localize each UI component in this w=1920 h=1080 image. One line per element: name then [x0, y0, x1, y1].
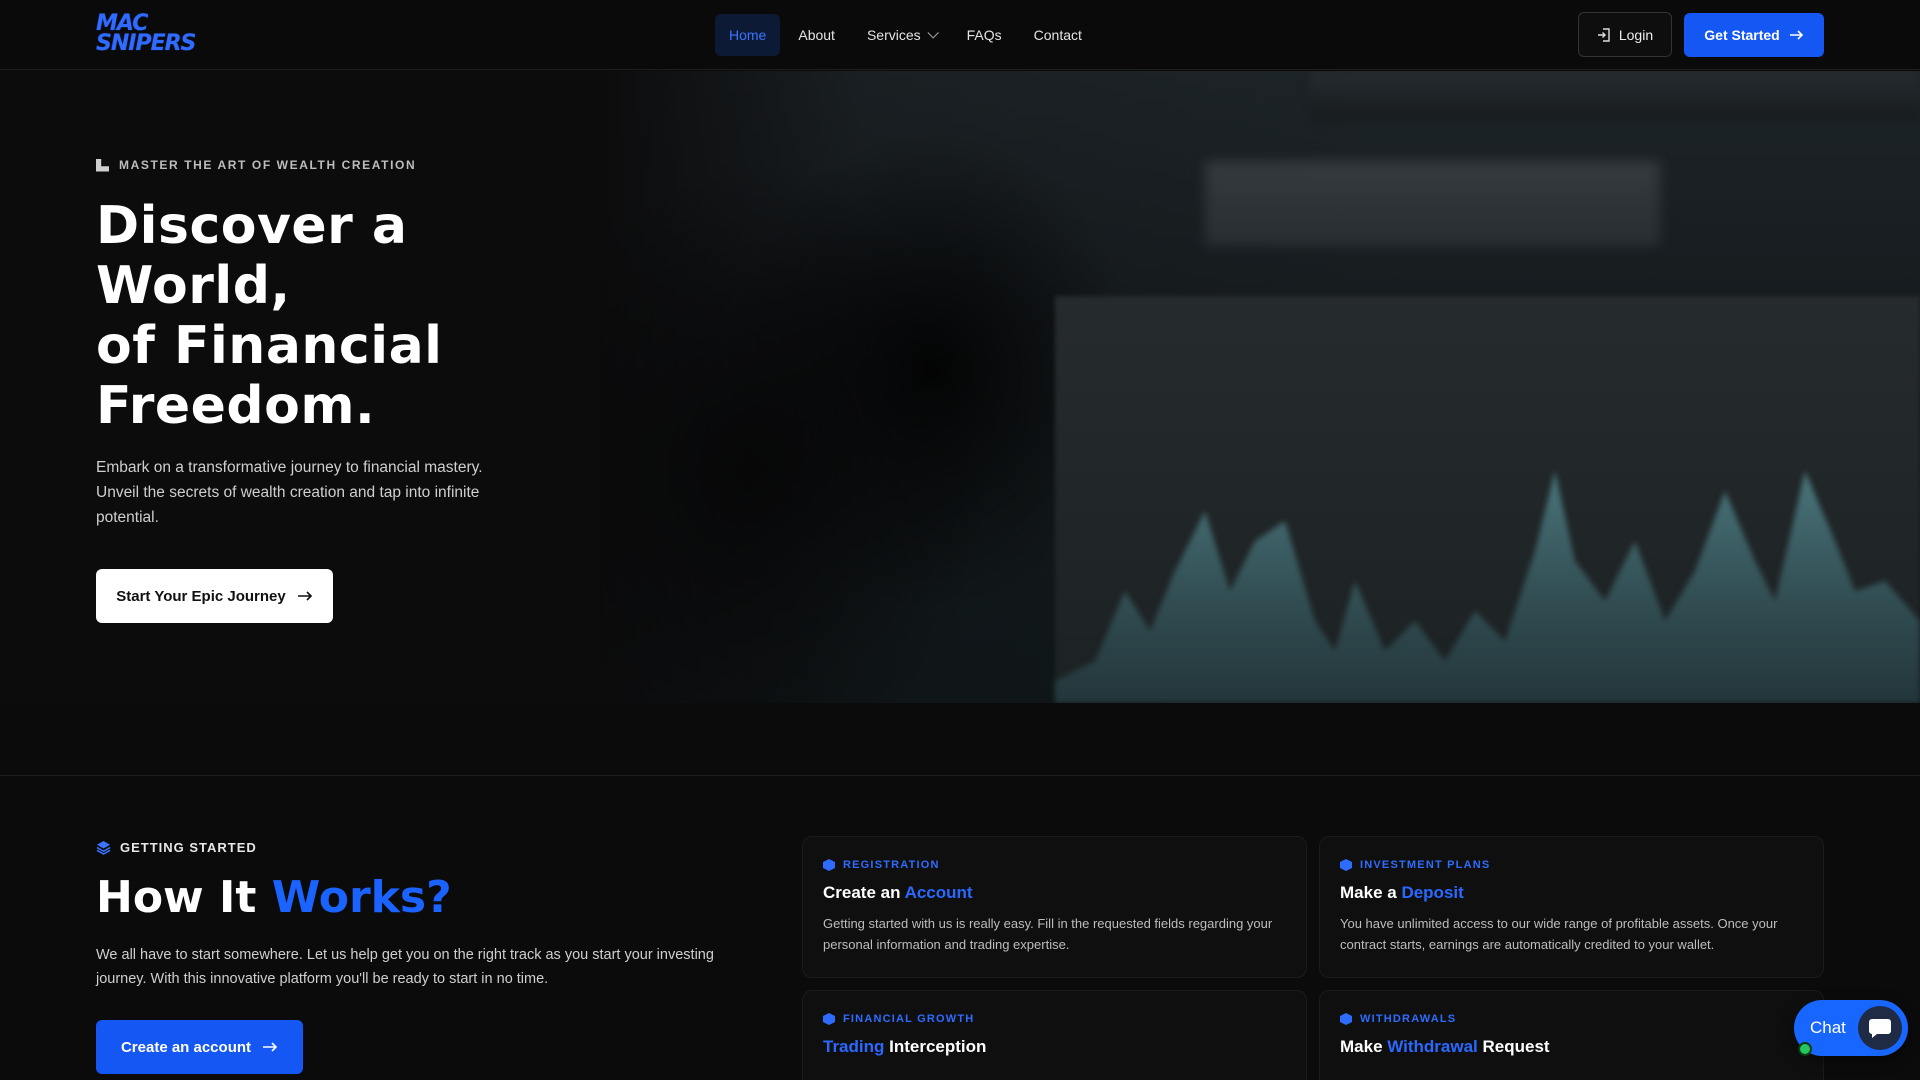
arrow-right-icon [263, 1042, 278, 1052]
card-description: Getting started with us is really easy. … [823, 916, 1273, 952]
chart-icon [96, 158, 109, 172]
hero-title-line: World, [96, 256, 291, 316]
card-title: Make a Deposit [1340, 883, 1803, 903]
card-tag-text: WITHDRAWALS [1360, 1013, 1457, 1025]
step-card-registration: REGISTRATION Create an Account Getting s… [802, 836, 1307, 978]
card-title-text: Make [1340, 1037, 1388, 1056]
hero-eyebrow: MASTER THE ART OF WEALTH CREATION [96, 158, 416, 172]
hero-bg-chart-graphic [1055, 471, 1920, 703]
create-account-button[interactable]: Create an account [96, 1020, 303, 1074]
logo-line-2: SNIPERS [96, 31, 196, 56]
nav-links: Home About Services FAQs Contact [715, 14, 1096, 56]
chevron-down-icon [927, 27, 939, 39]
nav-link-about[interactable]: About [784, 14, 849, 56]
card-title-text: Create an [823, 883, 905, 902]
nav-link-contact[interactable]: Contact [1020, 14, 1096, 56]
arrow-right-icon [1789, 30, 1803, 40]
hero-title-line: of Financial [96, 316, 443, 376]
top-navbar: MAC SNIPERS Home About Services FAQs Con… [0, 0, 1920, 70]
chat-bubble-icon [1858, 1006, 1902, 1050]
cube-icon [1340, 859, 1352, 871]
how-title: How It Works? [96, 870, 452, 926]
brand-logo[interactable]: MAC SNIPERS [96, 13, 196, 58]
how-title-accent: Works? [271, 872, 452, 923]
card-title-text: Interception [884, 1037, 987, 1056]
hero-eyebrow-text: MASTER THE ART OF WEALTH CREATION [119, 158, 417, 172]
nav-link-label: FAQs [966, 27, 1002, 43]
chat-widget-button[interactable]: Chat [1794, 1000, 1908, 1056]
card-tag-text: REGISTRATION [843, 859, 940, 871]
nav-link-label: Home [729, 27, 767, 43]
card-tag-text: INVESTMENT PLANS [1360, 859, 1491, 871]
get-started-label: Get Started [1704, 27, 1780, 43]
card-tag: WITHDRAWALS [1340, 1013, 1803, 1025]
start-journey-label: Start Your Epic Journey [116, 587, 286, 605]
hero-bg-panel [1205, 161, 1660, 246]
card-title-text: Request [1477, 1037, 1550, 1056]
cube-icon [823, 859, 835, 871]
nav-link-label: Contact [1033, 27, 1082, 43]
layers-icon [96, 840, 111, 855]
nav-link-label: Services [866, 27, 921, 43]
login-button[interactable]: Login [1578, 12, 1672, 57]
login-label: Login [1618, 26, 1654, 43]
how-eyebrow-text: GETTING STARTED [120, 840, 257, 855]
nav-link-faqs[interactable]: FAQs [953, 14, 1016, 56]
card-title-accent: Account [904, 883, 973, 902]
nav-link-services[interactable]: Services [853, 14, 949, 56]
card-title-accent: Deposit [1401, 883, 1464, 902]
chat-label: Chat [1810, 1018, 1846, 1037]
card-title-text: Make a [1340, 883, 1402, 902]
card-title: Make Withdrawal Request [1340, 1037, 1803, 1057]
nav-link-label: About [798, 27, 835, 43]
card-tag: FINANCIAL GROWTH [823, 1013, 1286, 1025]
how-subtitle: We all have to start somewhere. Let us h… [96, 947, 714, 987]
card-title: Trading Interception [823, 1037, 1286, 1057]
card-description: You have unlimited access to our wide ra… [1340, 916, 1778, 952]
hero-section: MASTER THE ART OF WEALTH CREATION Discov… [0, 71, 1920, 703]
step-card-withdrawals: WITHDRAWALS Make Withdrawal Request [1319, 990, 1824, 1080]
hero-bg-screen-top [1310, 71, 1920, 121]
card-title-accent: Withdrawal [1387, 1037, 1478, 1056]
hero-subtitle: Embark on a transformative journey to fi… [96, 459, 483, 526]
start-journey-button[interactable]: Start Your Epic Journey [96, 569, 333, 623]
section-divider [0, 775, 1920, 776]
card-tag-text: FINANCIAL GROWTH [843, 1013, 975, 1025]
how-eyebrow: GETTING STARTED [96, 840, 257, 855]
nav-link-home[interactable]: Home [715, 14, 781, 56]
step-card-investment-plans: INVESTMENT PLANS Make a Deposit You have… [1319, 836, 1824, 978]
card-title-accent: Trading [823, 1037, 885, 1056]
how-title-plain: How It [96, 872, 272, 923]
cube-icon [1340, 1013, 1352, 1025]
hero-bg-shadow [600, 71, 1100, 703]
cube-icon [823, 1013, 835, 1025]
hero-title-line: Freedom. [96, 376, 376, 436]
card-title: Create an Account [823, 883, 1286, 903]
hero-title: Discover a World, of Financial Freedom. [96, 196, 556, 436]
arrow-right-icon [297, 591, 312, 601]
card-tag: INVESTMENT PLANS [1340, 859, 1803, 871]
create-account-label: Create an account [120, 1038, 252, 1056]
hero-title-line: Discover a [96, 196, 408, 256]
login-icon [1597, 27, 1610, 42]
online-status-dot [1798, 1042, 1812, 1056]
get-started-button[interactable]: Get Started [1684, 13, 1824, 57]
step-card-financial-growth: FINANCIAL GROWTH Trading Interception [802, 990, 1307, 1080]
card-tag: REGISTRATION [823, 859, 1286, 871]
